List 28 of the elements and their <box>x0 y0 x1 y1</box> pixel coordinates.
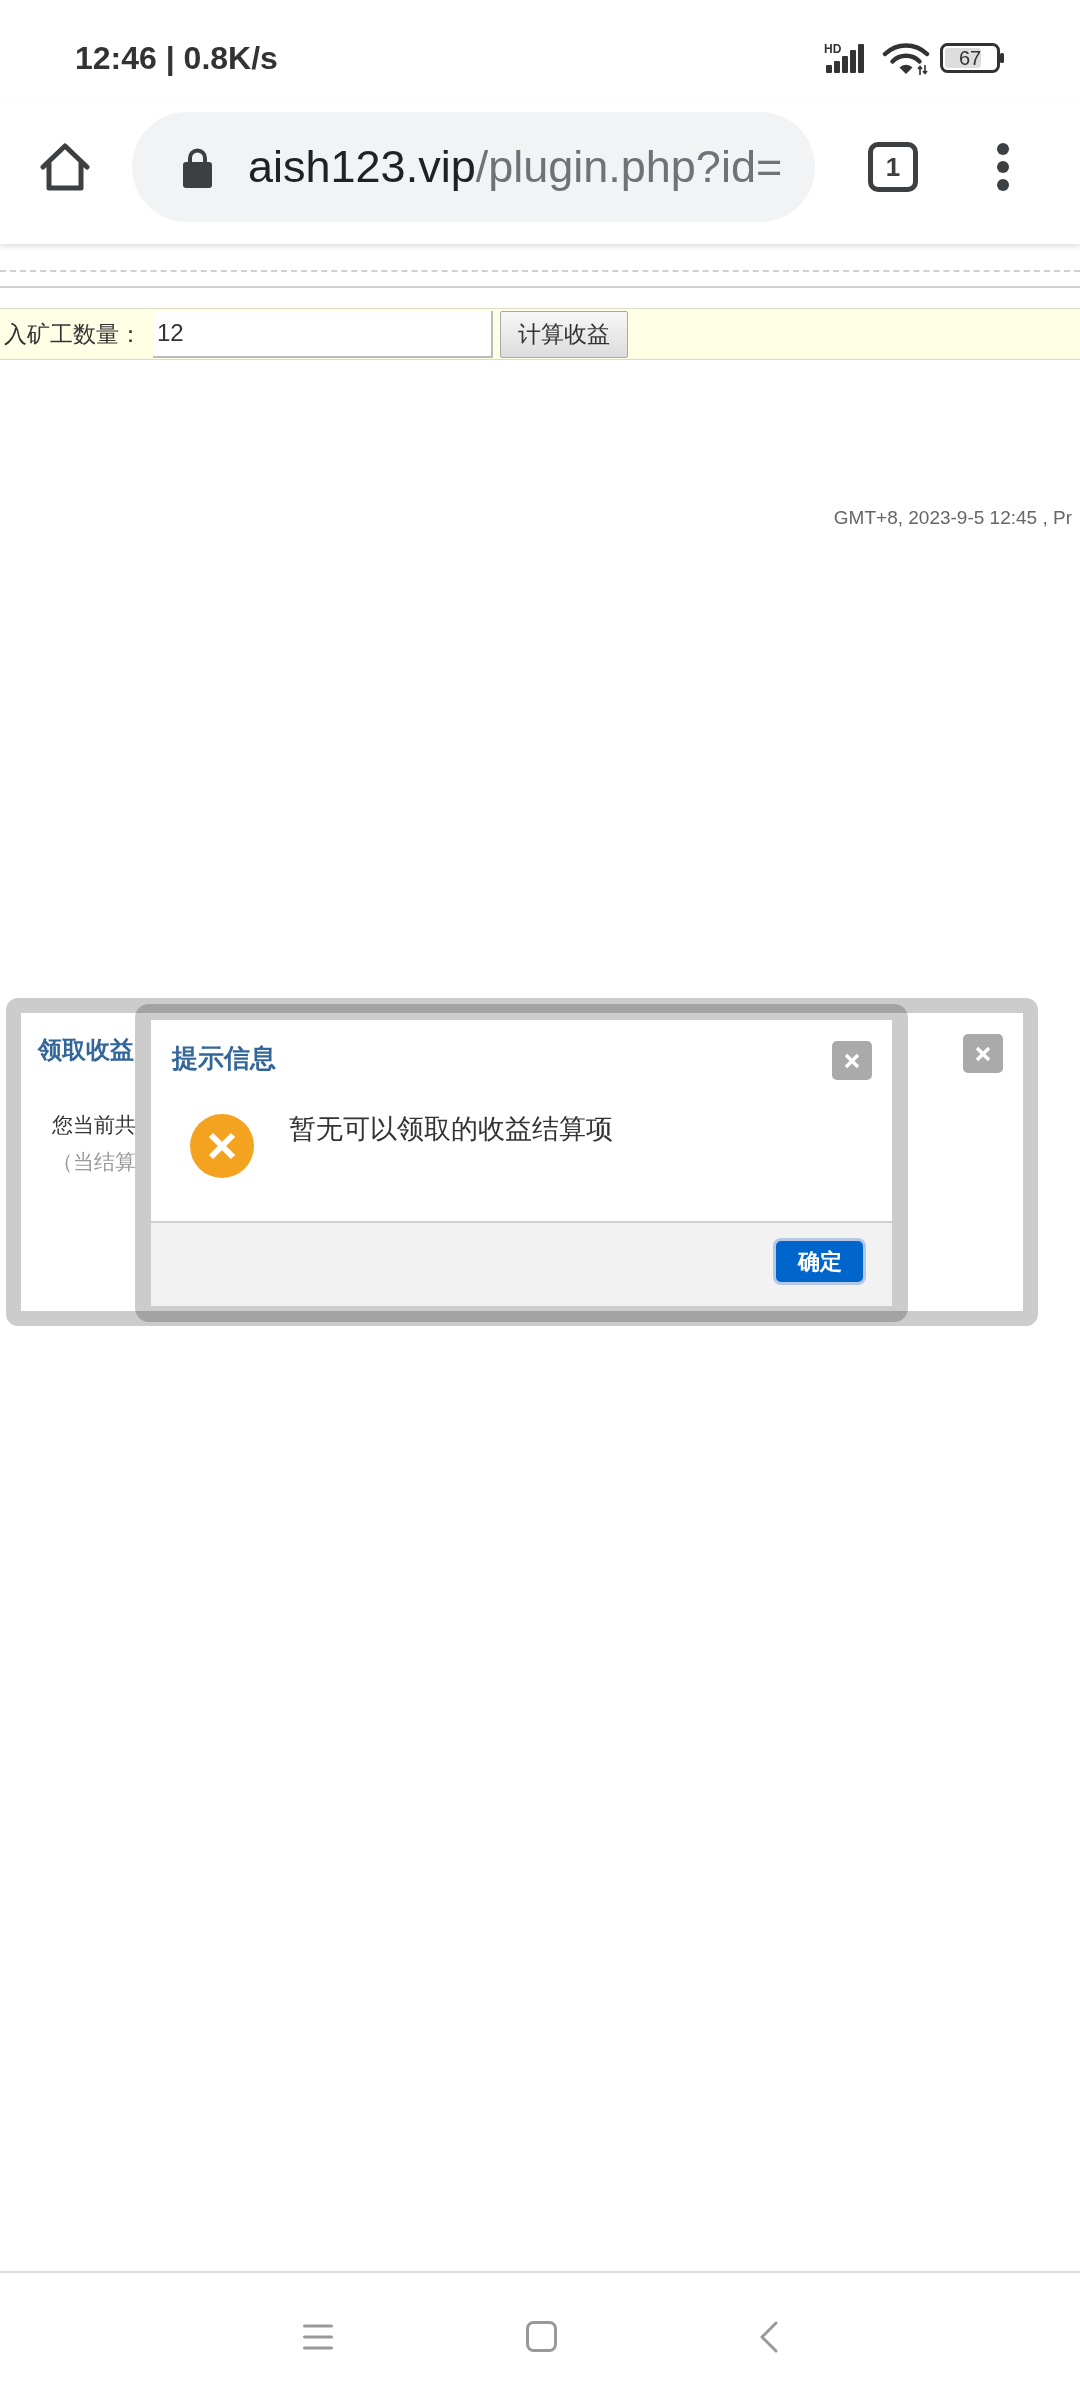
miner-count-label: 入矿工数量： <box>3 319 143 349</box>
home-icon[interactable] <box>40 142 90 192</box>
tab-switcher-button[interactable]: 1 <box>868 142 918 192</box>
wifi-icon <box>882 41 930 75</box>
back-icon[interactable] <box>759 2320 778 2353</box>
alert-title: 提示信息 <box>172 1041 276 1075</box>
footer-text: GMT+8, 2023-9-5 12:45 , Pr <box>833 506 1072 530</box>
address-bar[interactable]: aish123.vip/plugin.php?id= <box>132 112 815 222</box>
confirm-button[interactable]: 确定 <box>773 1238 866 1285</box>
close-button[interactable] <box>963 1034 1003 1073</box>
status-time: 12:46 | 0.8K/s <box>75 39 278 78</box>
calculate-button[interactable]: 计算收益 <box>500 310 628 358</box>
close-button[interactable] <box>832 1041 872 1080</box>
error-icon <box>190 1114 254 1178</box>
miner-count-input[interactable]: 12 <box>153 310 493 358</box>
alert-message: 暂无可以领取的收益结算项 <box>289 1114 613 1144</box>
square-icon[interactable] <box>525 2321 557 2352</box>
close-icon <box>975 1045 991 1062</box>
lock-icon <box>182 146 213 188</box>
more-icon[interactable] <box>997 143 1009 191</box>
battery-icon <box>940 43 1005 73</box>
battery-percentage: 67 <box>958 48 982 68</box>
menu-icon[interactable] <box>302 2323 333 2350</box>
dialog-text: 您当前共 <box>52 1112 136 1138</box>
close-icon <box>844 1052 860 1069</box>
dialog-text: （当结算 <box>52 1149 136 1175</box>
dialog-title: 领取收益 <box>38 1035 134 1065</box>
network-type-label: HD <box>824 43 842 55</box>
